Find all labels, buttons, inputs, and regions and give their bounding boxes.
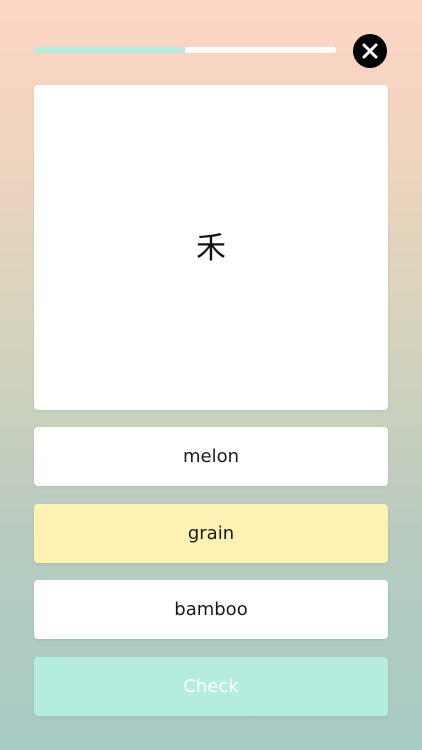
answer-option-bamboo[interactable]: bamboo <box>34 580 388 639</box>
close-button[interactable] <box>353 34 387 68</box>
answer-option-melon[interactable]: melon <box>34 427 388 486</box>
answer-option-label: bamboo <box>174 599 248 620</box>
check-button-label: Check <box>183 676 239 697</box>
close-icon <box>362 43 378 59</box>
question-character: 禾 <box>196 230 226 266</box>
progress-bar <box>34 47 336 53</box>
answer-option-label: grain <box>187 523 235 544</box>
answer-option-grain[interactable]: grain <box>34 504 388 563</box>
progress-bar-fill <box>34 47 185 53</box>
answer-option-label: melon <box>182 446 240 467</box>
check-button[interactable]: Check <box>34 657 388 716</box>
question-card: 禾 <box>34 85 388 410</box>
